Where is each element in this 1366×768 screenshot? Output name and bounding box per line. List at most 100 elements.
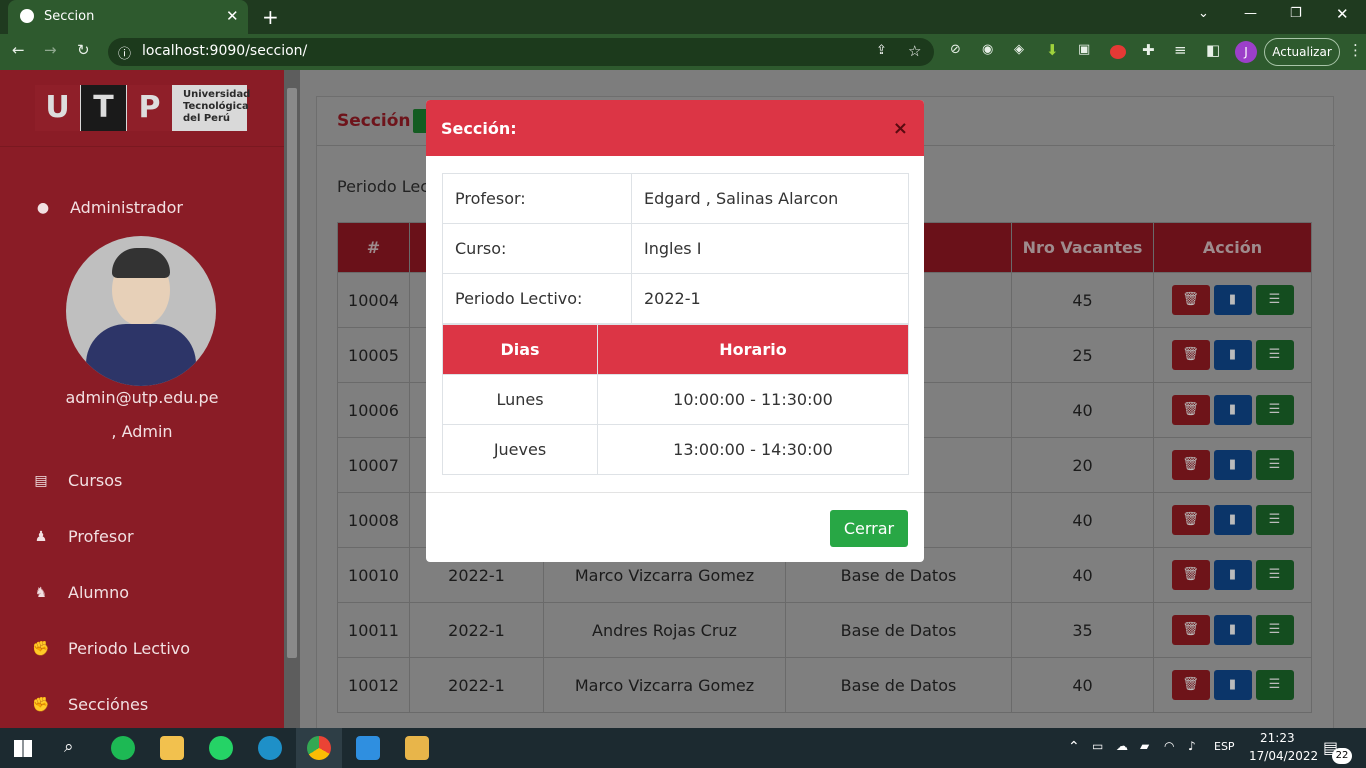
scrollbar-thumb[interactable] — [287, 88, 297, 658]
delete-button[interactable]: 🗑 — [1171, 395, 1210, 425]
info-value-curso: Ingles I — [631, 223, 909, 274]
cell-vacantes: 40 — [1011, 382, 1154, 438]
browser-tab[interactable]: Seccion ✕ — [8, 0, 248, 34]
show-hidden-icons[interactable]: ⌃ — [1068, 739, 1080, 755]
spotify-icon[interactable] — [111, 736, 135, 760]
app-icon[interactable] — [405, 736, 429, 760]
minimize-icon[interactable]: — — [1244, 6, 1257, 21]
language-indicator[interactable]: ESP — [1214, 740, 1235, 753]
bookmark-button[interactable]: ▮ — [1213, 615, 1252, 645]
sidebar-item-alumno[interactable]: ♞ Alumno — [32, 583, 129, 602]
sidebar-item-cursos[interactable]: ▤ Cursos — [32, 471, 122, 490]
close-window-icon[interactable]: ✕ — [1336, 5, 1349, 23]
sidebar-item-secciones[interactable]: ✊ Secciónes — [32, 695, 148, 714]
wifi-icon[interactable]: ◠ — [1164, 739, 1174, 753]
profile-avatar[interactable]: J — [1235, 41, 1257, 63]
schedule-row: Jueves 13:00:00 - 14:30:00 — [442, 424, 909, 475]
delete-button[interactable]: 🗑 — [1171, 670, 1210, 700]
sidebar-item-profesor[interactable]: ♟ Profesor — [32, 527, 134, 546]
forward-icon[interactable]: → — [44, 41, 57, 59]
windows-start-icon[interactable] — [14, 740, 32, 757]
share-icon[interactable]: ⇪ — [876, 43, 887, 58]
logo-letter-t: T — [81, 85, 126, 131]
bookmark-button[interactable]: ▮ — [1213, 340, 1252, 370]
cell-curso: Base de Datos — [785, 657, 1012, 713]
cell-id: 10007 — [337, 437, 410, 493]
sidebar-item-periodo-lectivo[interactable]: ✊ Periodo Lectivo — [32, 639, 190, 658]
cell-id: 10004 — [337, 272, 410, 328]
sidebar-scrollbar[interactable] — [284, 70, 300, 728]
list-button[interactable]: ☰ — [1255, 395, 1294, 425]
globe-icon — [20, 9, 34, 23]
address-input[interactable]: ⓘ localhost:9090/seccion/ ⇪ ☆ — [108, 38, 934, 66]
periodo-filter-label: Periodo Lec — [337, 177, 430, 196]
cell-id: 10011 — [337, 602, 410, 658]
close-tab-icon[interactable]: ✕ — [226, 7, 239, 25]
chrome-icon[interactable] — [307, 736, 331, 760]
update-button[interactable]: Actualizar — [1264, 38, 1340, 66]
delete-button[interactable]: 🗑 — [1171, 450, 1210, 480]
extensions-puzzle-icon[interactable]: ✚ — [1142, 41, 1155, 59]
bookmark-button[interactable]: ▮ — [1213, 505, 1252, 535]
menu-icon[interactable]: ⋮ — [1348, 41, 1363, 59]
bookmark-button[interactable]: ▮ — [1213, 285, 1252, 315]
new-tab-icon[interactable]: + — [262, 5, 279, 29]
edge-icon[interactable] — [258, 736, 282, 760]
avatar — [66, 236, 216, 386]
cell-vacantes: 40 — [1011, 657, 1154, 713]
delete-button[interactable]: 🗑 — [1171, 340, 1210, 370]
volume-icon[interactable]: ♪ — [1188, 739, 1196, 753]
list-button[interactable]: ☰ — [1255, 285, 1294, 315]
delete-button[interactable]: 🗑 — [1171, 560, 1210, 590]
book-icon: ▤ — [34, 472, 48, 489]
list-button[interactable]: ☰ — [1255, 340, 1294, 370]
extension-1-icon[interactable]: ⊘ — [950, 42, 961, 57]
youtube-extension-icon[interactable] — [1110, 45, 1126, 59]
schedule-horario: 10:00:00 - 11:30:00 — [597, 374, 909, 425]
schedule-dia: Lunes — [442, 374, 598, 425]
side-panel-icon[interactable]: ◧ — [1206, 41, 1220, 59]
col-header-accion: Acción — [1153, 222, 1312, 273]
list-button[interactable]: ☰ — [1255, 505, 1294, 535]
whatsapp-icon[interactable] — [209, 736, 233, 760]
logo-line-1: Universidad — [183, 89, 251, 100]
clock-date[interactable]: 17/04/2022 — [1249, 749, 1318, 763]
restore-icon[interactable]: ❐ — [1290, 6, 1302, 21]
clock-time[interactable]: 21:23 — [1260, 731, 1295, 745]
bookmark-button[interactable]: ▮ — [1213, 450, 1252, 480]
meet-now-icon[interactable]: ▭ — [1092, 739, 1103, 753]
sidebar-item-label: Alumno — [68, 583, 130, 602]
vscode-icon[interactable] — [356, 736, 380, 760]
media-control-icon[interactable]: ≡ — [1174, 41, 1187, 59]
bookmark-button[interactable]: ▮ — [1213, 395, 1252, 425]
delete-button[interactable]: 🗑 — [1171, 615, 1210, 645]
download-extension-icon[interactable]: ⬇ — [1046, 41, 1059, 59]
extension-3-icon[interactable]: ◈ — [1014, 42, 1024, 57]
list-button[interactable]: ☰ — [1255, 615, 1294, 645]
battery-icon[interactable]: ▰ — [1140, 739, 1149, 753]
fist-icon: ✊ — [32, 640, 50, 657]
schedule-header-dias: Dias — [442, 324, 598, 375]
cell-profesor: Marco Vizcarra Gomez — [543, 657, 786, 713]
tab-search-icon[interactable]: ⌄ — [1198, 6, 1209, 21]
delete-button[interactable]: 🗑 — [1171, 285, 1210, 315]
extension-2-icon[interactable]: ◉ — [982, 42, 993, 57]
list-button[interactable]: ☰ — [1255, 670, 1294, 700]
table-row: 10012 2022-1 Marco Vizcarra Gomez Base de D… — [337, 657, 1312, 713]
close-modal-button[interactable]: Cerrar — [830, 510, 908, 547]
bookmark-button[interactable]: ▮ — [1213, 670, 1252, 700]
modal-close-icon[interactable]: × — [893, 118, 908, 139]
info-icon: ⓘ — [118, 47, 132, 62]
extension-4-icon[interactable]: ▣ — [1078, 42, 1090, 57]
reload-icon[interactable]: ↻ — [77, 41, 90, 59]
onedrive-icon[interactable]: ☁ — [1116, 739, 1128, 753]
list-button[interactable]: ☰ — [1255, 450, 1294, 480]
back-icon[interactable]: ← — [12, 41, 25, 59]
bookmark-star-icon[interactable]: ☆ — [908, 42, 921, 60]
list-button[interactable]: ☰ — [1255, 560, 1294, 590]
info-label-periodo: Periodo Lectivo: — [442, 273, 632, 324]
delete-button[interactable]: 🗑 — [1171, 505, 1210, 535]
file-explorer-icon[interactable] — [160, 736, 184, 760]
bookmark-button[interactable]: ▮ — [1213, 560, 1252, 590]
search-icon[interactable]: ⌕ — [64, 737, 74, 757]
